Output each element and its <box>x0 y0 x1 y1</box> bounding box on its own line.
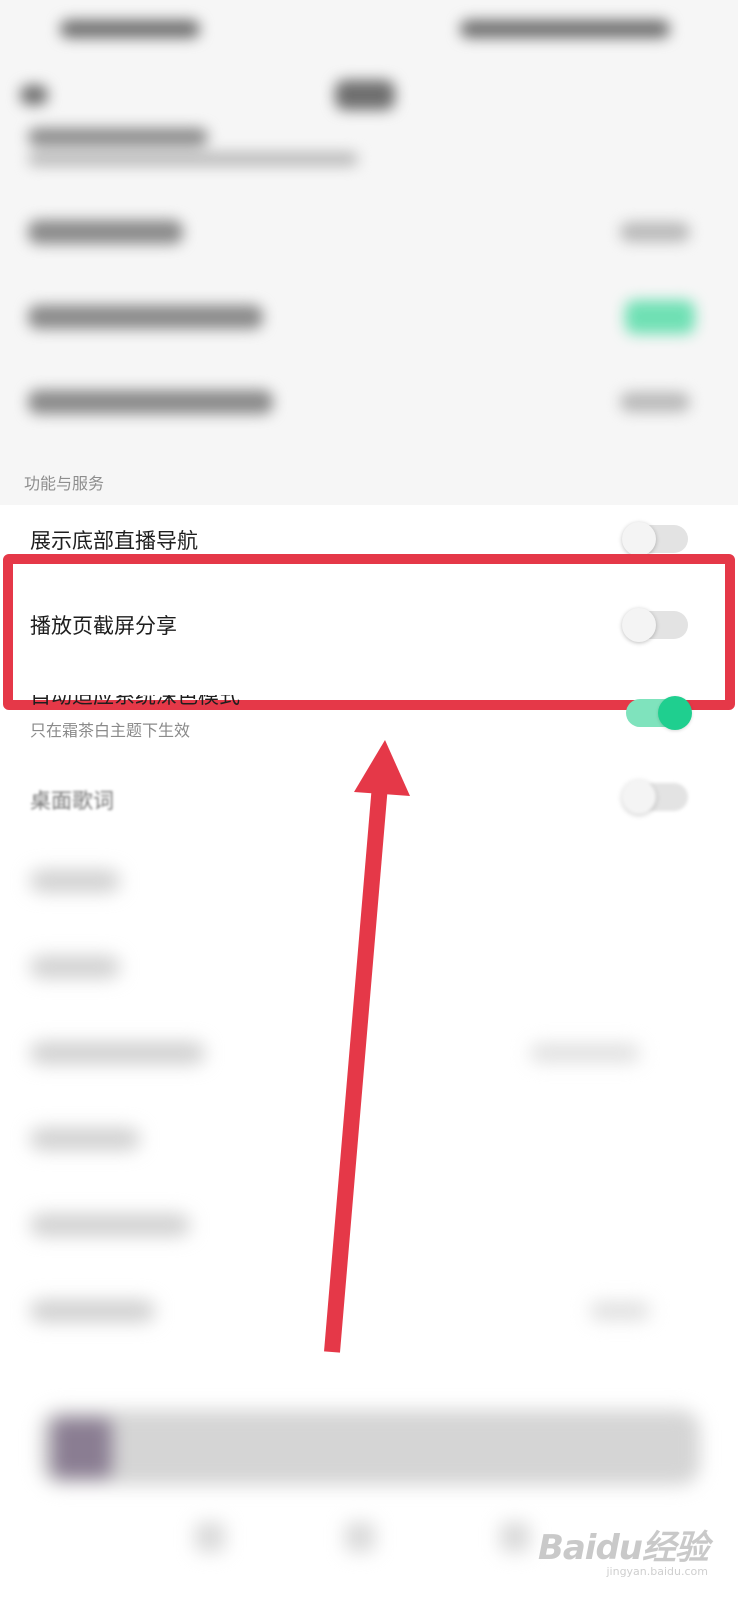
toggle-switch[interactable] <box>622 608 688 642</box>
back-icon[interactable] <box>20 85 48 105</box>
setting-row-blurred <box>28 128 208 146</box>
watermark-brand: Baidu经验 <box>537 1528 709 1568</box>
top-settings-area-blurred <box>0 0 738 505</box>
setting-row-desktop-lyrics[interactable]: 桌面歌词 <box>0 775 738 825</box>
watermark: Baidu经验 jingyan.baidu.com <box>537 1520 709 1578</box>
toggle-knob <box>622 522 656 556</box>
setting-label: 桌面歌词 <box>30 789 114 813</box>
page-title-blurred <box>335 80 395 110</box>
setting-label: 播放页截屏分享 <box>30 614 177 638</box>
toggle-switch[interactable] <box>622 522 688 556</box>
album-cover <box>52 1418 112 1478</box>
toggle-switch[interactable] <box>626 696 692 730</box>
setting-row-dark-mode[interactable]: 自动适应系统深色模式 只在霜茶白主题下生效 <box>0 695 738 755</box>
toggle-knob <box>658 696 692 730</box>
setting-value-blurred <box>620 392 690 412</box>
nav-icon[interactable] <box>195 1522 225 1552</box>
status-bar-time-blurred <box>60 20 200 38</box>
setting-row-blurred[interactable] <box>30 1128 140 1150</box>
setting-label: 展示底部直播导航 <box>30 529 198 553</box>
setting-sublabel: 只在霜茶白主题下生效 <box>30 721 191 740</box>
nav-icon[interactable] <box>345 1522 375 1552</box>
setting-row-screenshot-share[interactable]: 播放页截屏分享 <box>13 564 705 680</box>
nav-icon[interactable] <box>500 1522 530 1552</box>
setting-row-blurred[interactable] <box>30 870 120 892</box>
setting-sub-blurred <box>28 152 358 166</box>
setting-value-blurred <box>620 222 690 242</box>
setting-row-blurred[interactable] <box>28 390 273 414</box>
setting-row-blurred[interactable] <box>30 956 120 978</box>
setting-value-blurred <box>590 1302 650 1320</box>
toggle-knob <box>622 780 656 814</box>
toggle-blurred[interactable] <box>625 300 695 334</box>
setting-row-blurred[interactable] <box>28 305 263 329</box>
section-title: 功能与服务 <box>24 474 105 493</box>
setting-row-blurred[interactable] <box>30 1214 190 1236</box>
mini-player-blurred[interactable] <box>40 1410 700 1485</box>
setting-value-blurred <box>530 1044 640 1062</box>
toggle-knob <box>622 608 656 642</box>
toggle-switch[interactable] <box>622 780 688 814</box>
status-bar-icons-blurred <box>460 20 670 38</box>
setting-row-blurred[interactable] <box>30 1042 205 1064</box>
setting-row-blurred[interactable] <box>28 220 183 244</box>
setting-row-blurred[interactable] <box>30 1300 155 1322</box>
